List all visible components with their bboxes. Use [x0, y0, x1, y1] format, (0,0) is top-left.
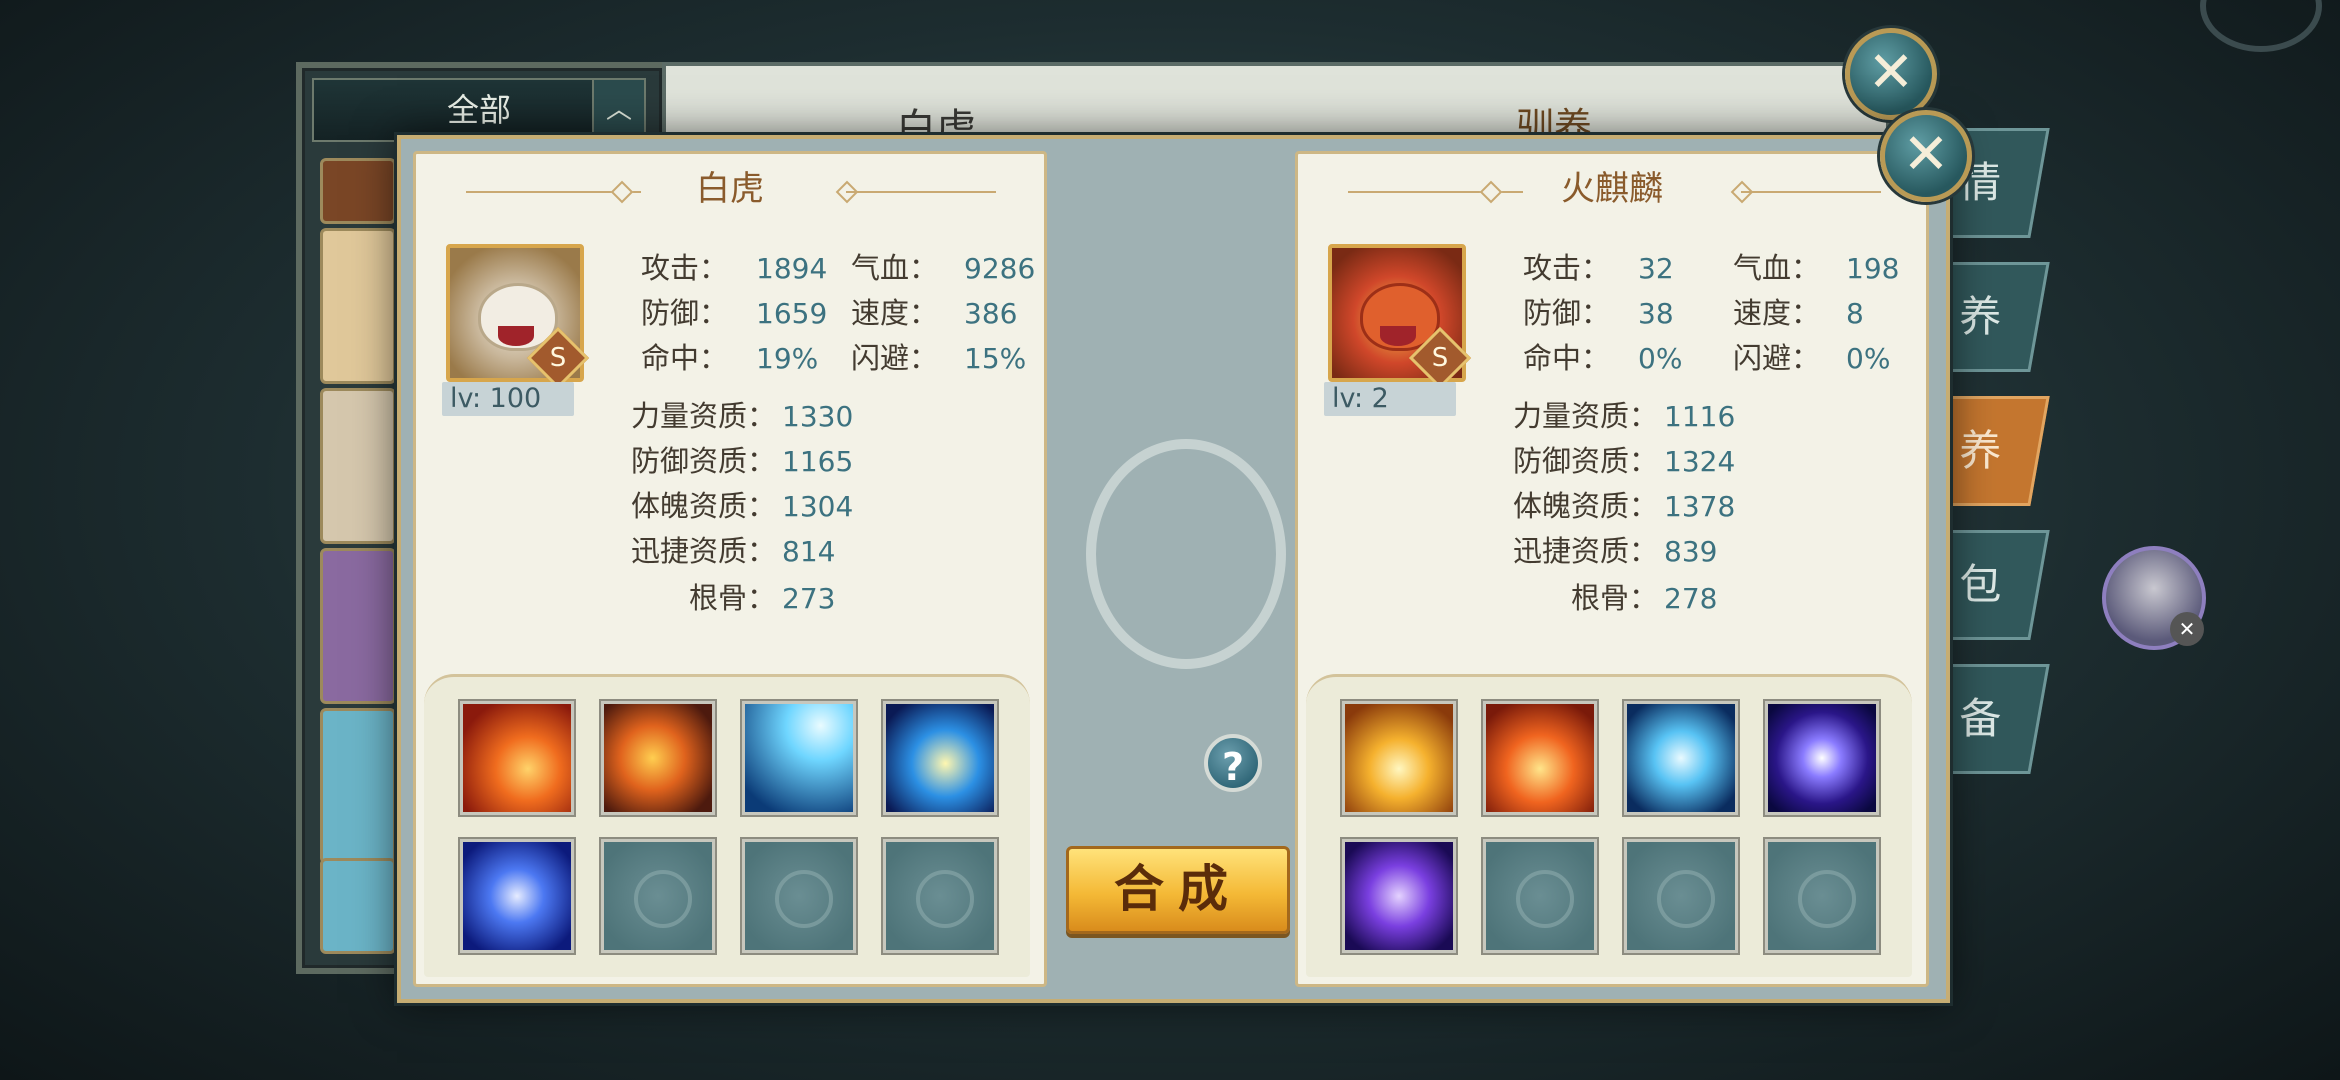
aptitude-value: 1304 [782, 490, 854, 523]
moon-strike-skill-icon[interactable] [883, 701, 997, 815]
stat-label: 速度： [851, 296, 939, 330]
mic-muted-icon[interactable]: ✕ [2170, 612, 2204, 646]
fire-explosion-skill-icon[interactable] [1483, 701, 1597, 815]
pet-name: 白虎 [696, 169, 764, 209]
close-icon[interactable]: ✕ [1880, 110, 1972, 202]
stat-label: 气血： [851, 251, 939, 285]
filter-label: 全部 [446, 91, 511, 129]
lightning-skill-icon[interactable] [742, 701, 856, 815]
pet-list-item[interactable] [320, 708, 396, 864]
aptitude-label: 根骨： [688, 581, 776, 615]
shadow-slash-skill-icon[interactable] [1342, 839, 1456, 953]
aptitude-value: 839 [1664, 535, 1718, 568]
stat-value: 8 [1846, 297, 1864, 330]
skills-area [424, 674, 1030, 977]
aptitude-value: 273 [782, 582, 836, 615]
aptitude-value: 1165 [782, 445, 854, 478]
help-button[interactable]: ? [1204, 734, 1262, 792]
stat-value: 19% [756, 342, 819, 375]
close-icon[interactable]: ✕ [1845, 28, 1937, 120]
aptitude-value: 1330 [782, 400, 854, 433]
aptitude-value: 1116 [1664, 400, 1736, 433]
aptitude-label: 力量资质： [1512, 399, 1658, 433]
right-pet-panel: 火麒麟 S lv: 2 攻击： 32 气血： 198 防御： 38 速度： 8 … [1295, 151, 1929, 987]
vortex-skill-icon[interactable] [460, 839, 574, 953]
stat-value: 15% [964, 342, 1027, 375]
empty-skill-slot[interactable] [742, 839, 856, 953]
aptitude-label: 防御资质： [630, 444, 776, 478]
chevron-up-icon[interactable]: ︿ [592, 80, 644, 140]
stat-label: 气血： [1733, 251, 1821, 285]
top-ring-decoration [2200, 0, 2322, 52]
empty-skill-slot[interactable] [601, 839, 715, 953]
merge-dialog: 白虎 S lv: 100 攻击： 1894 气血： 9286 防御： 1659 … [397, 135, 1950, 1003]
pet-list-item[interactable] [320, 858, 396, 954]
empty-skill-slot[interactable] [1624, 839, 1738, 953]
aptitude-label: 体魄资质： [630, 489, 776, 523]
stat-value: 1894 [756, 252, 828, 285]
qilin-mouth [1380, 326, 1416, 346]
filter-dropdown[interactable]: 全部 ︿ [312, 78, 646, 142]
stat-value: 1659 [756, 297, 828, 330]
empty-skill-slot[interactable] [883, 839, 997, 953]
aptitude-label: 体魄资质： [1512, 489, 1658, 523]
stat-value: 0% [1638, 342, 1683, 375]
aptitude-label: 力量资质： [630, 399, 776, 433]
flame-orb-skill-icon[interactable] [601, 701, 715, 815]
stat-value: 32 [1638, 252, 1674, 285]
stat-label: 闪避： [1733, 341, 1821, 375]
holy-burst-skill-icon[interactable] [1342, 701, 1456, 815]
arcane-orb-skill-icon[interactable] [1765, 701, 1879, 815]
stat-label: 攻击： [1523, 251, 1611, 285]
stat-value: 9286 [964, 252, 1036, 285]
aptitude-label: 迅捷资质： [1512, 534, 1658, 568]
aptitude-label: 迅捷资质： [630, 534, 776, 568]
stat-value: 198 [1846, 252, 1900, 285]
merge-button[interactable]: 合成 [1066, 846, 1290, 934]
aptitude-label: 防御资质： [1512, 444, 1658, 478]
skills-area [1306, 674, 1912, 977]
stat-label: 命中： [641, 341, 729, 375]
aptitude-value: 1378 [1664, 490, 1736, 523]
aptitude-value: 814 [782, 535, 836, 568]
dragon-emblem [1086, 439, 1286, 669]
water-heart-skill-icon[interactable] [1624, 701, 1738, 815]
stat-label: 速度： [1733, 296, 1821, 330]
stat-value: 0% [1846, 342, 1891, 375]
stat-label: 命中： [1523, 341, 1611, 375]
stat-label: 闪避： [851, 341, 939, 375]
left-pet-panel: 白虎 S lv: 100 攻击： 1894 气血： 9286 防御： 1659 … [413, 151, 1047, 987]
stat-label: 防御： [641, 296, 729, 330]
empty-skill-slot[interactable] [1765, 839, 1879, 953]
pet-list-item[interactable] [320, 228, 396, 384]
pet-name: 火麒麟 [1561, 169, 1663, 209]
aptitude-label: 根骨： [1570, 581, 1658, 615]
stat-label: 攻击： [641, 251, 729, 285]
pet-list-item[interactable] [320, 158, 396, 224]
pet-list-item[interactable] [320, 388, 396, 544]
stat-value: 38 [1638, 297, 1674, 330]
aptitude-value: 1324 [1664, 445, 1736, 478]
pet-list-item[interactable] [320, 548, 396, 704]
phoenix-fire-skill-icon[interactable] [460, 701, 574, 815]
stat-value: 386 [964, 297, 1018, 330]
tiger-mouth [498, 326, 534, 346]
stat-label: 防御： [1523, 296, 1611, 330]
empty-skill-slot[interactable] [1483, 839, 1597, 953]
aptitude-value: 278 [1664, 582, 1718, 615]
